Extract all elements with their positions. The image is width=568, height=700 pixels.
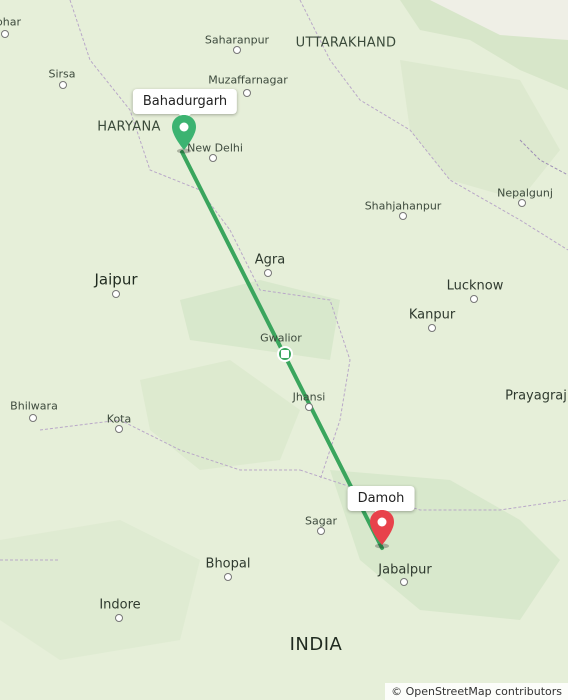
- end-pin-icon[interactable]: [369, 509, 395, 553]
- city-dot: [400, 578, 408, 586]
- city-dot: [59, 81, 67, 89]
- city-dot: [428, 324, 436, 332]
- city-dot: [29, 414, 37, 422]
- city-dot: [209, 154, 217, 162]
- city-dot: [264, 269, 272, 277]
- state-label-haryana: HARYANA: [97, 119, 161, 135]
- city-label-agra: Agra: [254, 252, 286, 268]
- start-marker-label: Bahadurgarh: [142, 94, 228, 109]
- city-dot: [115, 614, 123, 622]
- city-dot: [233, 46, 241, 54]
- city-label-gwalior: Gwalior: [260, 331, 302, 345]
- city-dot: [518, 199, 526, 207]
- city-label-jhansi: Jhansi: [292, 390, 326, 404]
- state-label-uttarakhand: UTTARAKHAND: [295, 35, 397, 51]
- map-attribution[interactable]: © OpenStreetMap contributors: [385, 683, 568, 700]
- end-marker-label: Damoh: [357, 491, 405, 506]
- city-label-sirsa: Sirsa: [48, 67, 76, 81]
- city-dot: [1, 30, 9, 38]
- city-label-muzaffarnagar: Muzaffarnagar: [208, 73, 288, 87]
- map-base: [0, 0, 568, 700]
- city-label-bhilwara: Bhilwara: [10, 399, 58, 413]
- city-label-lucknow: Lucknow: [446, 278, 504, 294]
- start-marker-callout[interactable]: Bahadurgarh: [132, 89, 238, 120]
- city-label-indore: Indore: [99, 597, 141, 613]
- city-label-kota: Kota: [106, 412, 132, 426]
- city-dot: [305, 403, 313, 411]
- city-label-sagar: Sagar: [305, 514, 337, 528]
- city-dot: [112, 290, 120, 298]
- city-dot: [399, 212, 407, 220]
- end-marker-callout[interactable]: Damoh: [347, 486, 415, 517]
- map-canvas[interactable]: ophar UTTARAKHAND Saharanpur Muzaffarnag…: [0, 0, 568, 700]
- city-dot: [317, 527, 325, 535]
- city-dot: [243, 89, 251, 97]
- country-label-india: INDIA: [289, 634, 343, 655]
- city-label-nepalgunj: Nepalgunj: [497, 186, 553, 200]
- city-dot: [224, 573, 232, 581]
- city-dot: [470, 295, 478, 303]
- start-pin-icon[interactable]: [171, 114, 197, 158]
- city-label-saharanpur: Saharanpur: [204, 33, 270, 47]
- city-label-bhopal: Bhopal: [205, 556, 251, 572]
- route-waypoint-icon: [277, 346, 293, 362]
- city-label-ophar: ophar: [0, 15, 21, 29]
- city-label-shahjahanpur: Shahjahanpur: [364, 199, 442, 213]
- city-label-kanpur: Kanpur: [408, 307, 456, 323]
- city-label-prayagraj: Prayagraj: [505, 388, 567, 404]
- city-label-jaipur: Jaipur: [94, 270, 138, 289]
- city-dot: [115, 425, 123, 433]
- city-label-jabalpur: Jabalpur: [378, 562, 432, 578]
